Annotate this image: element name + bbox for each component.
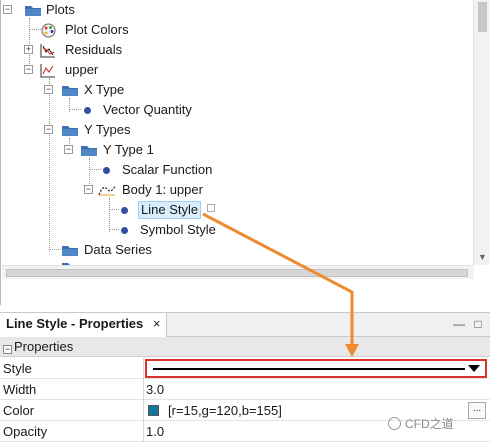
watermark: CFD之道 bbox=[388, 415, 454, 432]
vertical-scrollbar[interactable]: ▼ bbox=[473, 0, 490, 265]
tree-item-upper[interactable]: − upper bbox=[1, 60, 471, 80]
tree-item-y-types[interactable]: − Y Types bbox=[1, 120, 471, 140]
tree-item-label: Scalar Function bbox=[122, 162, 213, 177]
tree-item-label: Symbol Style bbox=[140, 222, 216, 237]
collapse-toggle[interactable]: − bbox=[44, 125, 53, 134]
folder-icon bbox=[62, 86, 78, 96]
line-style-preview bbox=[153, 368, 465, 370]
tree-item-label: Y Types bbox=[84, 122, 131, 137]
section-header-properties[interactable]: − Properties bbox=[0, 337, 490, 357]
tree-item-data-series[interactable]: Data Series bbox=[1, 240, 471, 260]
tree-item-plot-colors[interactable]: Plot Colors bbox=[1, 20, 471, 40]
tree-item-body-1-upper[interactable]: − Body 1: upper bbox=[1, 180, 471, 200]
xy-plot-icon bbox=[40, 64, 55, 78]
tree-item-y-type-1[interactable]: − Y Type 1 bbox=[1, 140, 471, 160]
tree-item-label: Plots bbox=[46, 2, 75, 17]
chevron-down-icon[interactable] bbox=[468, 365, 480, 372]
folder-icon bbox=[25, 6, 41, 16]
tab-title: Line Style - Properties bbox=[6, 316, 144, 331]
tree-item-label: X Type bbox=[84, 82, 125, 97]
property-node-icon bbox=[121, 207, 128, 214]
series-curve-icon bbox=[98, 185, 116, 196]
folder-icon bbox=[81, 146, 97, 156]
property-node-icon bbox=[103, 167, 110, 174]
folder-icon bbox=[62, 246, 78, 256]
section-title: Properties bbox=[14, 339, 74, 354]
collapse-toggle[interactable]: − bbox=[24, 65, 33, 74]
collapse-toggle[interactable]: − bbox=[84, 185, 93, 194]
tree-item-label: Data Series bbox=[84, 242, 152, 257]
maximize-icon[interactable]: □ bbox=[471, 317, 485, 331]
property-name: Style bbox=[0, 358, 144, 379]
folder-icon bbox=[62, 126, 78, 136]
property-row-width: Width 3.0 bbox=[0, 379, 490, 400]
close-icon[interactable]: × bbox=[153, 316, 161, 331]
watermark-text: CFD之道 bbox=[405, 417, 454, 431]
property-row-style: Style bbox=[0, 358, 490, 379]
tree-item-plots[interactable]: − Plots bbox=[1, 0, 471, 20]
expand-toggle[interactable]: + bbox=[24, 45, 33, 54]
property-node-icon bbox=[84, 107, 91, 114]
tree-item-label: upper bbox=[65, 62, 99, 77]
collapse-toggle[interactable]: − bbox=[3, 5, 12, 14]
tab-line-style-properties[interactable]: Line Style - Properties × bbox=[0, 313, 168, 337]
tree-item-label-selected: Line Style bbox=[138, 201, 202, 219]
width-value-field[interactable]: 3.0 bbox=[146, 379, 164, 400]
color-value-text: [r=15,g=120,b=155] bbox=[168, 403, 282, 418]
property-name: Color bbox=[0, 400, 144, 421]
collapse-toggle[interactable]: − bbox=[64, 145, 73, 154]
scrollbar-thumb[interactable] bbox=[6, 269, 468, 277]
property-name: Opacity bbox=[0, 421, 144, 442]
tree-item-line-style[interactable]: Line Style bbox=[1, 200, 471, 220]
minimize-icon[interactable]: — bbox=[452, 317, 466, 331]
tree-item-label: Residuals bbox=[65, 42, 123, 57]
wechat-icon bbox=[388, 417, 401, 430]
tree-item-label: Y Type 1 bbox=[103, 142, 154, 157]
scrollbar-thumb[interactable] bbox=[478, 2, 487, 32]
scroll-down-icon[interactable]: ▼ bbox=[478, 252, 487, 262]
palette-icon bbox=[41, 23, 56, 38]
tree-item-symbol-style[interactable]: Symbol Style bbox=[1, 220, 471, 240]
property-name: Width bbox=[0, 379, 144, 400]
browse-color-button[interactable]: ... bbox=[468, 402, 486, 419]
horizontal-scrollbar[interactable] bbox=[2, 265, 474, 279]
tree-item-label: Body 1: upper bbox=[122, 182, 203, 197]
residuals-plot-icon bbox=[40, 44, 55, 58]
tree-item-vector-quantity[interactable]: Vector Quantity bbox=[1, 100, 471, 120]
tree-item-x-type[interactable]: − X Type bbox=[1, 80, 471, 100]
tree-item-residuals[interactable]: + Residuals bbox=[1, 40, 471, 60]
color-swatch bbox=[148, 405, 159, 416]
properties-tabbar: Line Style - Properties × — □ bbox=[0, 313, 490, 337]
object-tree: − Plots Plot Colors + Residuals − upper … bbox=[0, 0, 490, 305]
tree-item-scalar-function[interactable]: Scalar Function bbox=[1, 160, 471, 180]
drag-handle-icon bbox=[207, 204, 215, 212]
opacity-value-field[interactable]: 1.0 bbox=[146, 421, 164, 442]
tree-item-label: Vector Quantity bbox=[103, 102, 192, 117]
collapse-toggle[interactable]: − bbox=[44, 85, 53, 94]
property-node-icon bbox=[121, 227, 128, 234]
collapse-toggle[interactable]: − bbox=[3, 345, 12, 354]
tree-item-label: Plot Colors bbox=[65, 22, 129, 37]
line-style-dropdown[interactable] bbox=[145, 359, 487, 378]
